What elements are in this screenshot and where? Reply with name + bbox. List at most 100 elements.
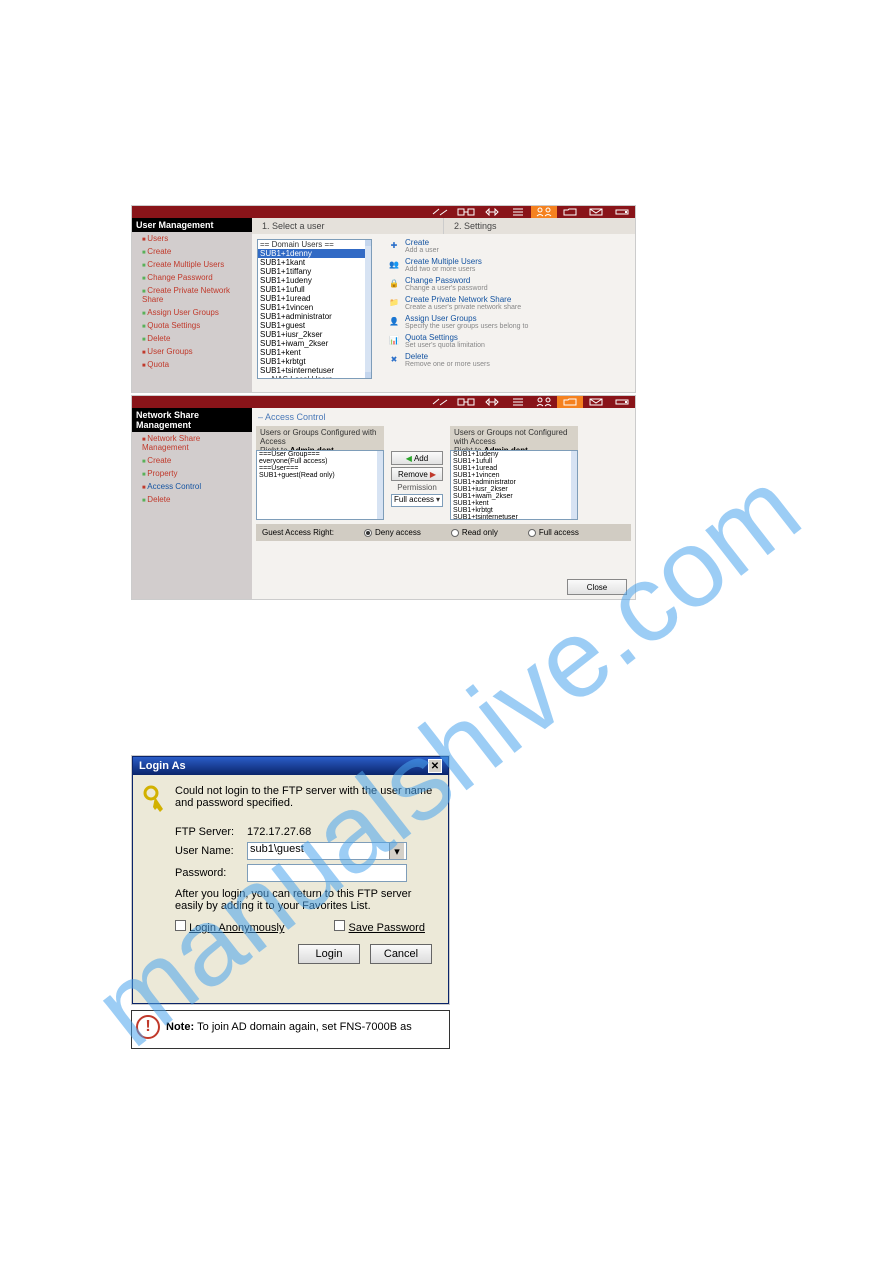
ftp-server-label: FTP Server: — [175, 826, 237, 838]
setting-create-multiple[interactable]: Create Multiple Users — [405, 257, 482, 266]
list-item[interactable]: SUB1+1kant — [258, 258, 371, 267]
anonymous-checkbox[interactable]: Login Anonymously — [175, 920, 284, 934]
nav-change-password[interactable]: Change Password — [132, 271, 252, 284]
list-item[interactable]: SUB1+tsinternetuser — [258, 366, 371, 375]
setting-create-private[interactable]: Create Private Network Share — [405, 295, 521, 304]
list-item[interactable]: SUB1+iusr_2kser — [258, 330, 371, 339]
nav-assign-groups[interactable]: Assign User Groups — [132, 306, 252, 319]
toolbar-server-icon[interactable] — [453, 396, 479, 408]
toolbar-users-icon[interactable] — [531, 396, 557, 408]
nav-property[interactable]: Property — [132, 467, 252, 480]
toolbar-icon-1[interactable] — [427, 396, 453, 408]
toolbar-folder-icon[interactable] — [557, 206, 583, 218]
list-item[interactable]: SUB1+1ufull — [451, 458, 577, 465]
unconfigured-panel: Users or Groups not Configured with Acce… — [450, 426, 578, 520]
list-item[interactable]: SUB1+guest(Read only) — [257, 472, 383, 479]
setting-create[interactable]: Create — [405, 238, 439, 247]
toolbar-users-icon[interactable] — [531, 206, 557, 218]
password-input[interactable] — [247, 864, 407, 882]
toolbar-folder-icon[interactable] — [557, 396, 583, 408]
list-item[interactable]: SUB1+1vincen — [258, 303, 371, 312]
radio-read[interactable]: Read only — [451, 528, 498, 537]
close-icon[interactable]: ✕ — [428, 759, 442, 773]
nav-quota[interactable]: Quota — [132, 358, 252, 371]
nav-users[interactable]: Users — [132, 232, 252, 245]
radio-full[interactable]: Full access — [528, 528, 579, 537]
scrollbar[interactable] — [377, 451, 383, 519]
add-button[interactable]: ◀Add — [391, 451, 443, 465]
list-item[interactable]: SUB1+1denny — [258, 249, 371, 258]
list-item[interactable]: ===User=== — [257, 465, 383, 472]
list-item[interactable]: SUB1+1vincen — [451, 472, 577, 479]
list-item[interactable]: SUB1+krbtgt — [451, 507, 577, 514]
configured-panel: Users or Groups Configured with AccessRi… — [256, 426, 384, 520]
toolbar-disk-icon[interactable] — [609, 206, 635, 218]
scrollbar[interactable] — [365, 240, 371, 378]
nav-nsm[interactable]: Network Share Management — [132, 432, 252, 454]
nav-title: User Management — [132, 218, 252, 232]
setting-delete[interactable]: Delete — [405, 352, 490, 361]
login-button[interactable]: Login — [298, 944, 360, 964]
save-password-checkbox[interactable]: Save Password — [334, 920, 425, 934]
setting-assign-groups[interactable]: Assign User Groups — [405, 314, 528, 323]
list-item[interactable]: SUB1+administrator — [451, 479, 577, 486]
cancel-button[interactable]: Cancel — [370, 944, 432, 964]
list-item[interactable]: SUB1+1ufull — [258, 285, 371, 294]
configured-list[interactable]: ===User Group=== everyone(Full access) =… — [256, 450, 384, 520]
list-item[interactable]: SUB1+administrator — [258, 312, 371, 321]
nav-access-control[interactable]: Access Control — [132, 480, 252, 493]
ftp-server-value: 172.17.27.68 — [247, 826, 407, 838]
nav-delete[interactable]: Delete — [132, 332, 252, 345]
setting-desc: Add a user — [405, 247, 439, 254]
user-management-window: User Management Users Create Create Mult… — [131, 205, 636, 393]
user-listbox[interactable]: == Domain Users == SUB1+1denny SUB1+1kan… — [257, 239, 372, 379]
nav-create[interactable]: Create — [132, 245, 252, 258]
list-item[interactable]: SUB1+iusr_2kser — [451, 486, 577, 493]
toolbar-server-icon[interactable] — [453, 206, 479, 218]
remove-button[interactable]: Remove▶ — [391, 467, 443, 481]
list-item[interactable]: SUB1+kent — [451, 500, 577, 507]
step-settings: 2. Settings — [443, 218, 635, 234]
setting-desc: Change a user's password — [405, 285, 488, 292]
close-button[interactable]: Close — [567, 579, 627, 595]
list-item[interactable]: SUB1+1udeny — [451, 451, 577, 458]
username-input[interactable]: sub1\guest — [247, 842, 407, 860]
list-item[interactable]: SUB1+1uread — [451, 465, 577, 472]
setting-change-password[interactable]: Change Password — [405, 276, 488, 285]
list-item[interactable]: everyone(Full access) — [257, 458, 383, 465]
nav-user-groups[interactable]: User Groups — [132, 345, 252, 358]
radio-deny[interactable]: Deny access — [364, 528, 421, 537]
list-item[interactable]: SUB1+1tiffany — [258, 267, 371, 276]
permission-select[interactable]: Full access — [391, 494, 443, 507]
list-item[interactable]: SUB1+kent — [258, 348, 371, 357]
configured-title-1: Users or Groups Configured with Access — [260, 428, 380, 446]
list-item[interactable]: SUB1+iwam_2kser — [451, 493, 577, 500]
list-item[interactable]: SUB1+iwam_2kser — [258, 339, 371, 348]
toolbar-disk-icon[interactable] — [609, 396, 635, 408]
step-select-user: 1. Select a user — [252, 218, 443, 234]
unconfigured-list[interactable]: SUB1+1udeny SUB1+1ufull SUB1+1uread SUB1… — [450, 450, 578, 520]
list-item[interactable]: SUB1+krbtgt — [258, 357, 371, 366]
nav-delete-2[interactable]: Delete — [132, 493, 252, 506]
toolbar-mail-icon[interactable] — [583, 396, 609, 408]
users-icon: 👥 — [387, 257, 401, 271]
list-item[interactable]: SUB1+1udeny — [258, 276, 371, 285]
toolbar-network-icon[interactable] — [479, 396, 505, 408]
save-password-label: Save Password — [349, 922, 425, 934]
nav-create-multiple[interactable]: Create Multiple Users — [132, 258, 252, 271]
nav-quota-settings[interactable]: Quota Settings — [132, 319, 252, 332]
list-item[interactable]: SUB1+guest — [258, 321, 371, 330]
toolbar-list-icon[interactable] — [505, 206, 531, 218]
nav-create-private[interactable]: Create Private Network Share — [132, 284, 252, 306]
toolbar-network-icon[interactable] — [479, 206, 505, 218]
setting-quota[interactable]: Quota Settings — [405, 333, 485, 342]
nav-create-2[interactable]: Create — [132, 454, 252, 467]
list-item[interactable]: SUB1+1uread — [258, 294, 371, 303]
toolbar-list-icon[interactable] — [505, 396, 531, 408]
toolbar-icon-1[interactable] — [427, 206, 453, 218]
list-item[interactable]: ===User Group=== — [257, 451, 383, 458]
toolbar-mail-icon[interactable] — [583, 206, 609, 218]
scrollbar[interactable] — [571, 451, 577, 519]
list-item[interactable]: SUB1+tsinternetuser — [451, 514, 577, 520]
network-share-window: Network Share Management Network Share M… — [131, 395, 636, 600]
